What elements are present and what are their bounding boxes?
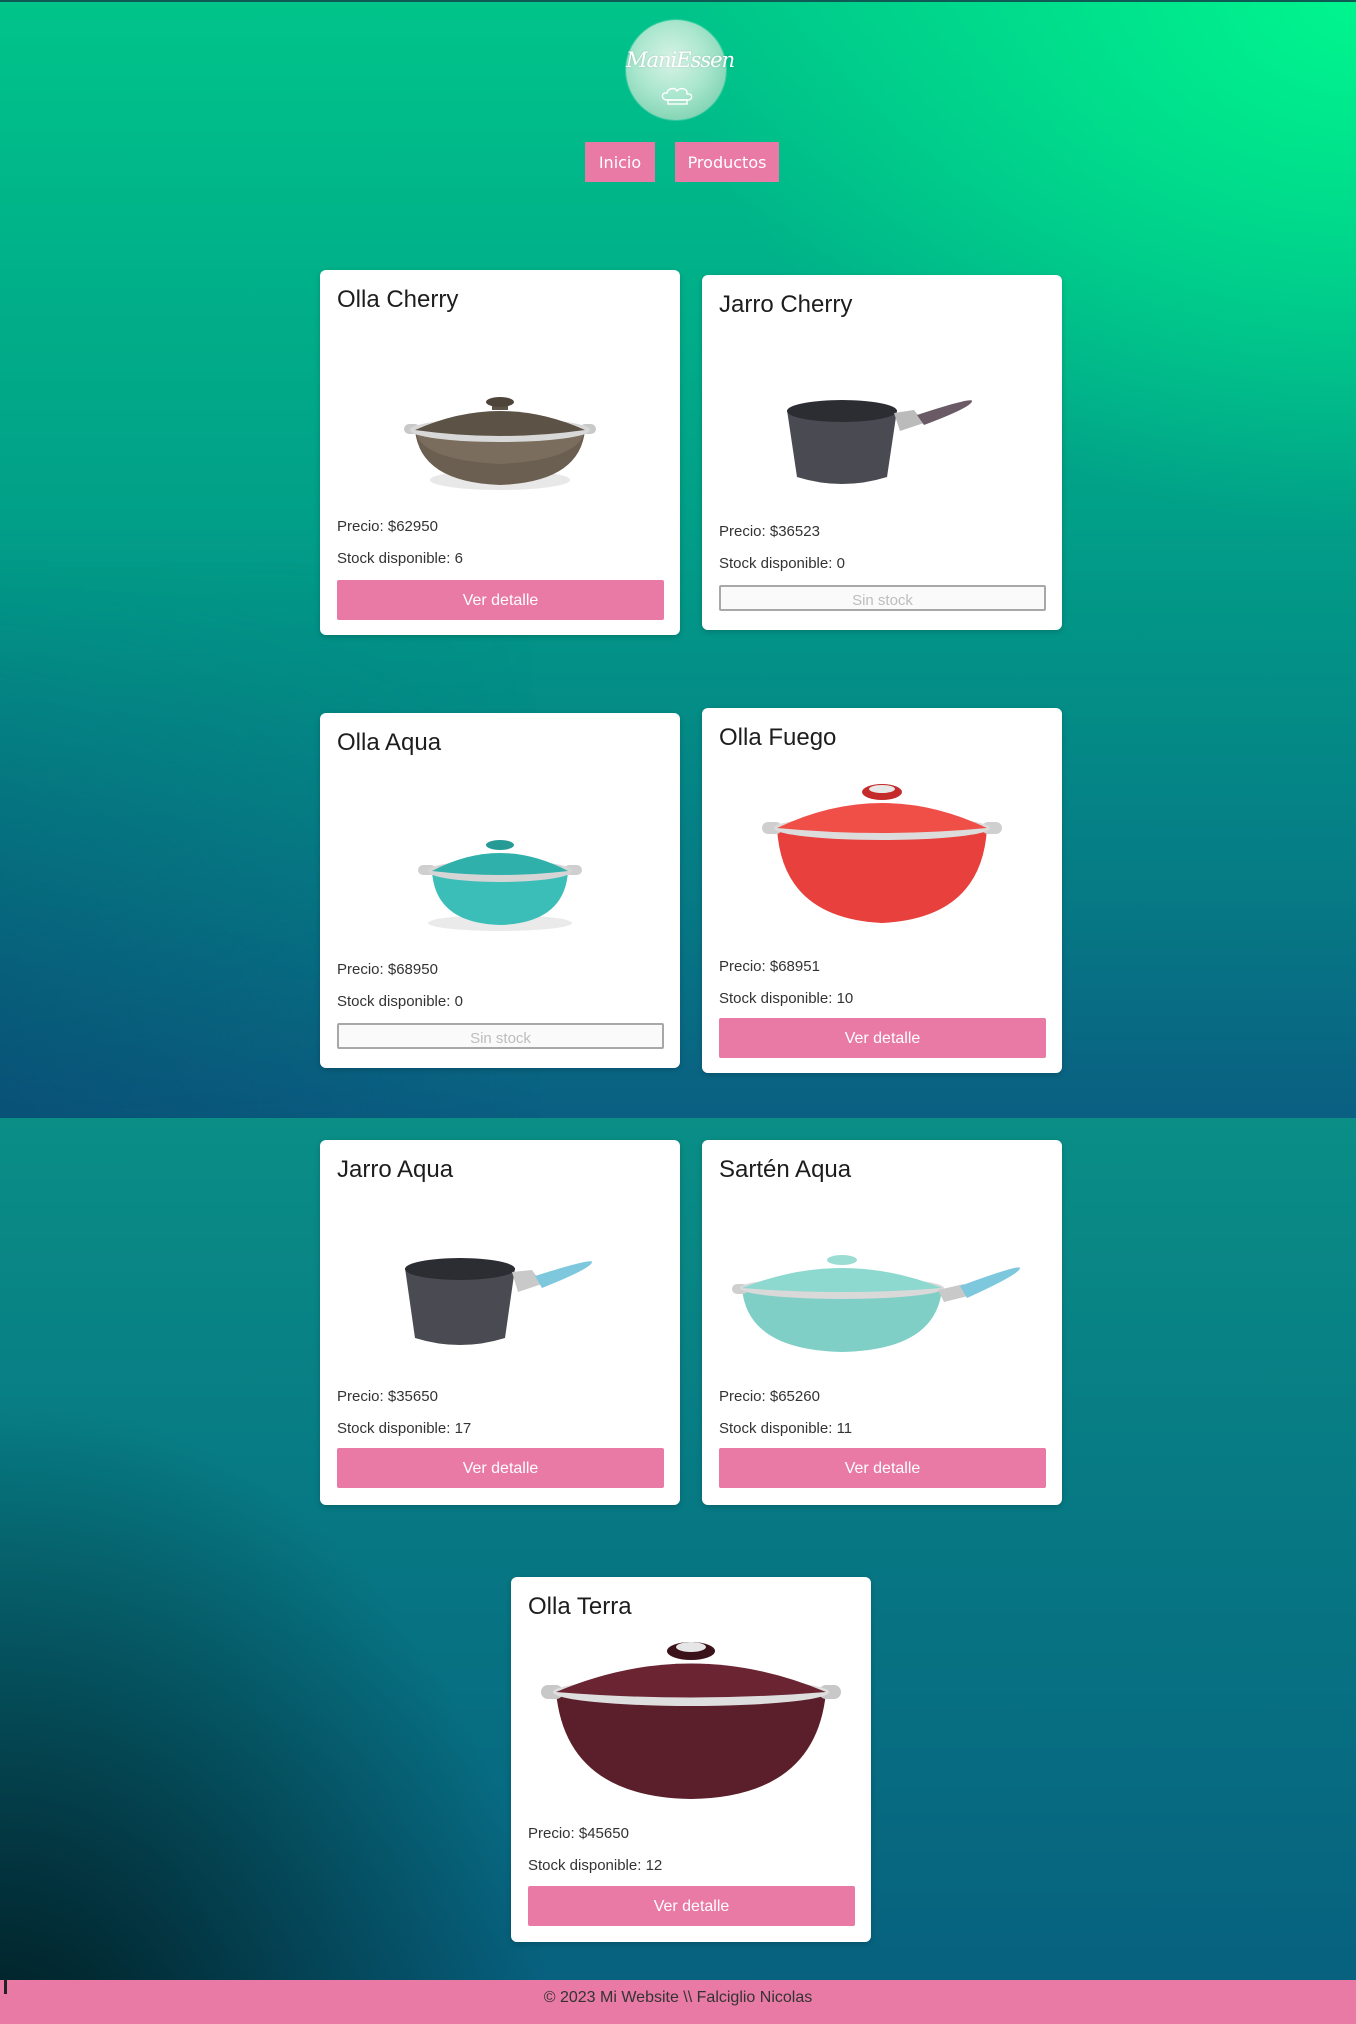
pan-image[interactable] xyxy=(702,1200,1062,1380)
ver-detalle-button[interactable]: Ver detalle xyxy=(337,1448,664,1488)
product-title: Jarro Cherry xyxy=(719,291,853,318)
pot-image[interactable] xyxy=(702,335,1062,515)
ver-detalle-button[interactable]: Ver detalle xyxy=(719,1018,1046,1058)
product-price: Precio: $45650 xyxy=(528,1825,629,1842)
product-stock: Stock disponible: 0 xyxy=(337,993,463,1010)
product-stock: Stock disponible: 0 xyxy=(719,555,845,572)
pot-image[interactable] xyxy=(511,1637,871,1817)
logo-text: ManiEssen xyxy=(626,48,735,72)
pot-image[interactable] xyxy=(702,768,1062,948)
chef-hat-icon xyxy=(661,87,693,105)
product-stock: Stock disponible: 12 xyxy=(528,1857,663,1874)
product-title: Olla Cherry xyxy=(337,286,459,313)
product-title: Olla Fuego xyxy=(719,724,837,751)
site-footer: © 2023 Mi Website \\ Falciglio Nicolas xyxy=(0,1980,1356,2024)
product-price: Precio: $35650 xyxy=(337,1388,438,1405)
product-card: Jarro Cherry Precio: $36523 Stock dispon… xyxy=(702,275,1062,630)
product-title: Sartén Aqua xyxy=(719,1156,852,1183)
top-border xyxy=(0,0,1356,2)
pot-image[interactable] xyxy=(320,773,680,953)
product-price: Precio: $65260 xyxy=(719,1388,820,1405)
pot-image[interactable] xyxy=(320,330,680,510)
product-price: Precio: $62950 xyxy=(337,518,438,535)
product-price: Precio: $68951 xyxy=(719,958,820,975)
nav-inicio-button[interactable]: Inicio xyxy=(585,142,655,182)
brand-logo[interactable]: ManiEssen xyxy=(626,20,735,120)
product-card: Olla Terra Precio: $45650 Stock disponib… xyxy=(511,1577,871,1942)
product-stock: Stock disponible: 10 xyxy=(719,990,854,1007)
product-card: Jarro Aqua Precio: $35650 Stock disponib… xyxy=(320,1140,680,1505)
footer-marker xyxy=(4,1980,7,1994)
product-title: Jarro Aqua xyxy=(337,1156,454,1183)
ver-detalle-button[interactable]: Ver detalle xyxy=(719,1448,1046,1488)
product-stock: Stock disponible: 17 xyxy=(337,1420,472,1437)
product-card: Olla Aqua Precio: $68950 Stock disponibl… xyxy=(320,713,680,1068)
ver-detalle-button[interactable]: Ver detalle xyxy=(337,580,664,620)
product-stock: Stock disponible: 11 xyxy=(719,1420,853,1437)
product-title: Olla Terra xyxy=(528,1593,632,1620)
nav-productos-button[interactable]: Productos xyxy=(675,142,779,182)
sin-stock-button[interactable]: Sin stock xyxy=(719,585,1046,611)
product-card: Sartén Aqua Precio: $65260 Stock disponi… xyxy=(702,1140,1062,1505)
footer-text: © 2023 Mi Website \\ Falciglio Nicolas xyxy=(543,1989,813,2006)
ver-detalle-button[interactable]: Ver detalle xyxy=(528,1886,855,1926)
product-card: Olla Fuego Precio: $68951 Stock disponib… xyxy=(702,708,1062,1073)
product-price: Precio: $36523 xyxy=(719,523,820,540)
product-price: Precio: $68950 xyxy=(337,961,438,978)
pot-image[interactable] xyxy=(320,1200,680,1380)
sin-stock-button[interactable]: Sin stock xyxy=(337,1023,664,1049)
product-card: Olla Cherry Precio: $62950 Stock disponi… xyxy=(320,270,680,635)
product-title: Olla Aqua xyxy=(337,729,442,756)
product-stock: Stock disponible: 6 xyxy=(337,550,463,567)
